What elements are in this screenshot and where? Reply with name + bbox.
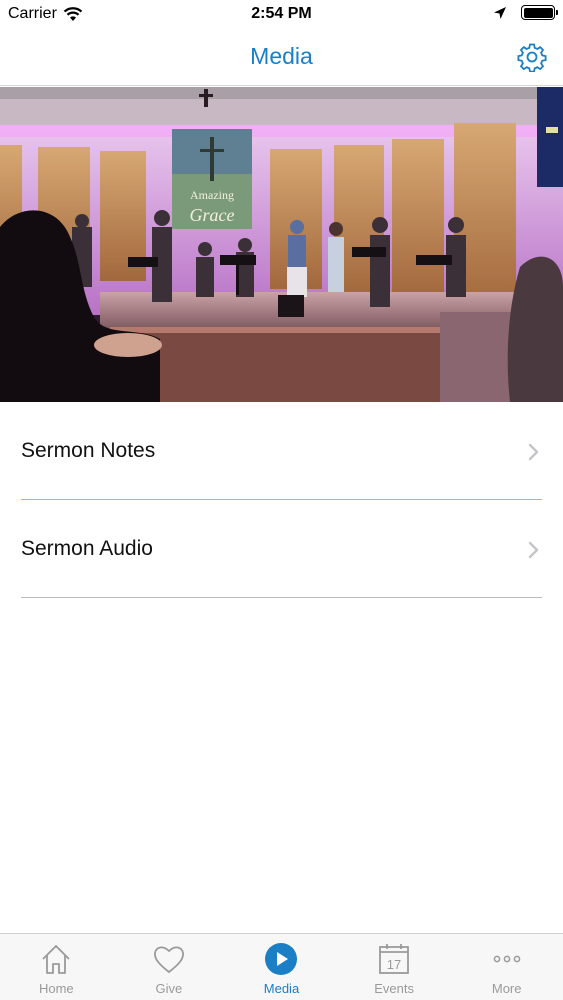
tab-label: Give (155, 981, 183, 996)
tab-label: Media (263, 981, 300, 996)
list-item-label: Sermon Audio (21, 536, 153, 560)
list-item-sermon-notes[interactable]: Sermon Notes (21, 402, 542, 500)
list-item-sermon-audio[interactable]: Sermon Audio (21, 500, 542, 598)
tab-label: More (491, 981, 522, 996)
worship-stage-illustration: Amazing Grace (0, 87, 563, 402)
tab-bar: Home Give Media 17 Events More (0, 933, 563, 1000)
more-icon (493, 955, 521, 963)
tab-label: Events (374, 981, 414, 996)
tab-home[interactable]: Home (0, 934, 113, 1000)
tab-media[interactable]: Media (225, 934, 338, 1000)
tab-more[interactable]: More (450, 934, 563, 1000)
calendar-day: 17 (387, 957, 401, 972)
navigation-bar: Media (0, 30, 563, 86)
home-icon (42, 945, 70, 974)
banner-text-line2: Grace (190, 205, 235, 225)
banner-text-line1: Amazing (190, 188, 234, 202)
list-item-label: Sermon Notes (21, 438, 156, 462)
chevron-right-icon (528, 541, 539, 559)
tab-label: Home (38, 981, 74, 996)
status-bar: Carrier 2:54 PM (0, 0, 563, 30)
chevron-right-icon (528, 443, 539, 461)
location-arrow-icon (494, 6, 506, 19)
tab-events[interactable]: 17 Events (338, 934, 451, 1000)
tab-give[interactable]: Give (113, 934, 226, 1000)
status-time: 2:54 PM (251, 5, 312, 22)
battery-icon (521, 5, 558, 20)
gear-icon (517, 43, 547, 73)
play-icon (265, 943, 298, 975)
heart-icon (153, 946, 184, 974)
settings-button[interactable] (517, 42, 547, 73)
calendar-icon: 17 (379, 944, 409, 974)
page-title: Media (250, 43, 313, 69)
hero-image: Amazing Grace (0, 87, 563, 402)
media-list: Sermon Notes Sermon Audio (0, 402, 563, 598)
